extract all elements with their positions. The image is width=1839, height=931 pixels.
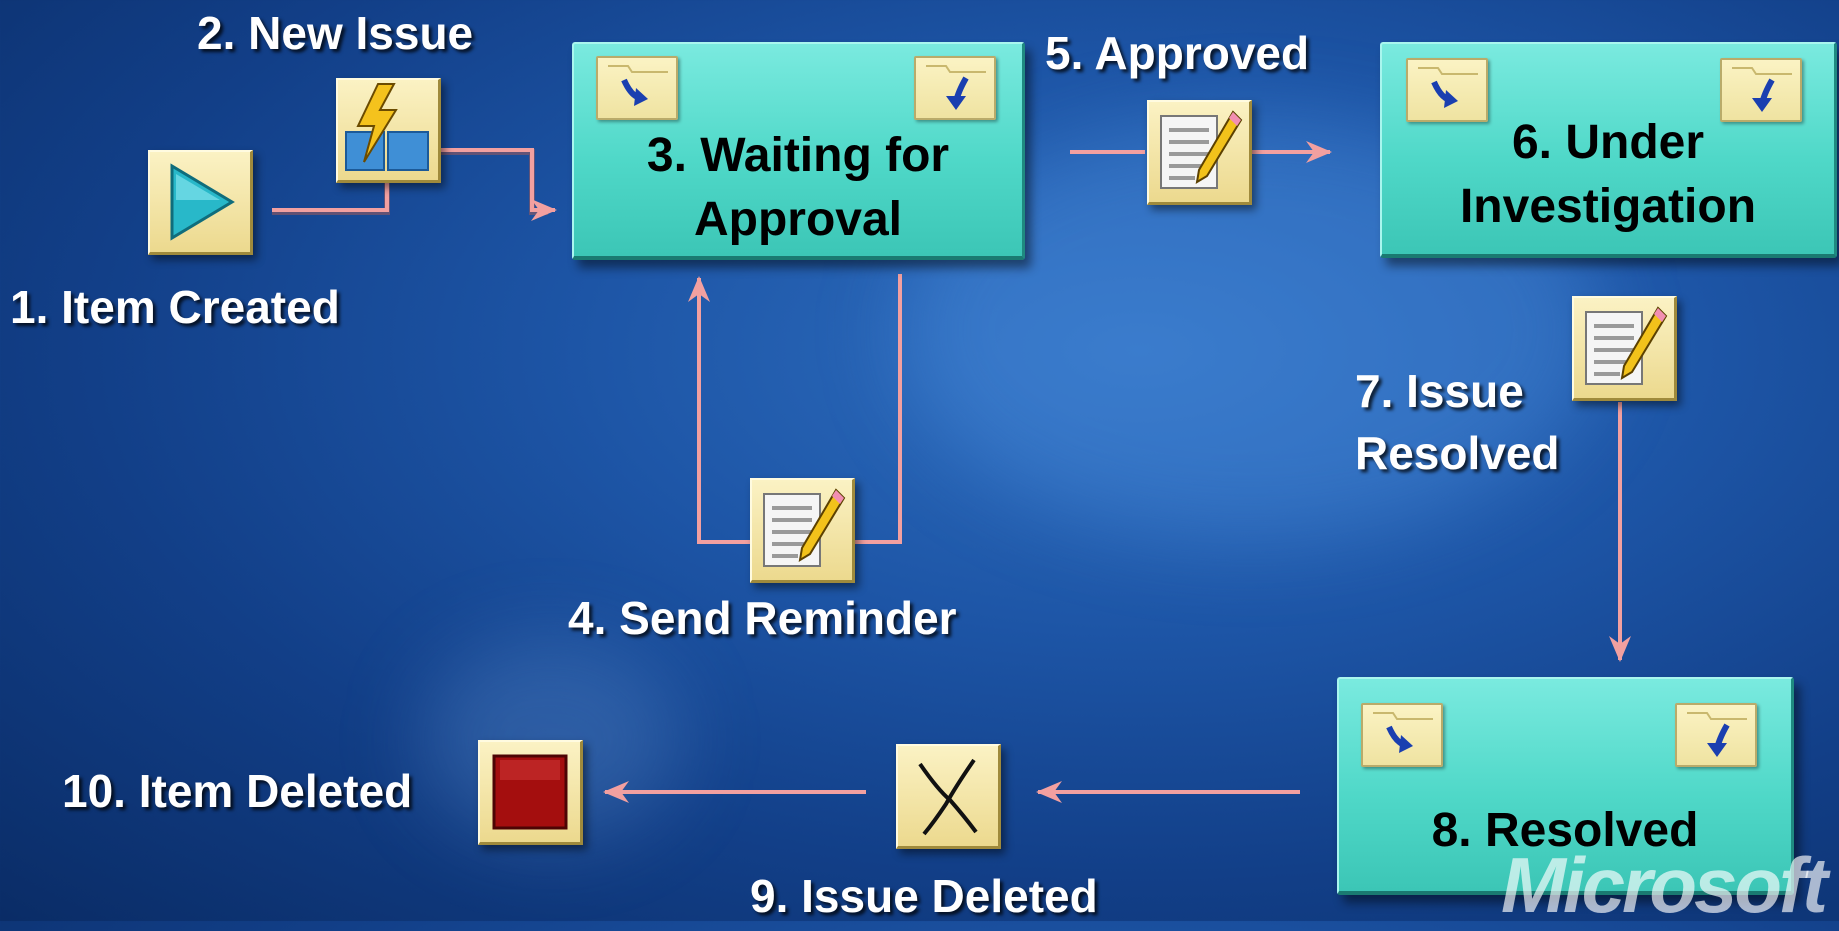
- state-6-label: 6. Under Investigation: [1459, 116, 1757, 233]
- connector-3-4: [848, 274, 902, 544]
- step-10-label: 10. Item Deleted: [62, 765, 413, 817]
- lightning-icon: [345, 83, 429, 171]
- step-2-label: 2. New Issue: [197, 7, 474, 59]
- issue-resolved-tile[interactable]: [1572, 296, 1677, 401]
- step-1-label: 1. Item Created: [10, 281, 340, 333]
- approved-tile[interactable]: [1147, 100, 1252, 205]
- microsoft-logo: Microsoft: [1501, 841, 1828, 929]
- step-7-label: 7. Issue Resolved: [1355, 365, 1560, 479]
- step-4-label: 4. Send Reminder: [568, 592, 957, 644]
- pencil-document-icon: [1585, 306, 1668, 385]
- issue-deleted-tile[interactable]: [896, 744, 1001, 849]
- x-icon: [918, 758, 978, 836]
- step-9-label: 9. Issue Deleted: [750, 870, 1098, 922]
- state-waiting-for-approval[interactable]: 3. Waiting for Approval: [572, 42, 1025, 260]
- state-under-investigation[interactable]: 6. Under Investigation: [1380, 42, 1837, 258]
- item-deleted-tile[interactable]: [478, 740, 583, 845]
- connector-4-3: [688, 276, 752, 544]
- play-icon: [170, 163, 235, 241]
- state-3-label: 3. Waiting for Approval: [646, 129, 950, 246]
- new-issue-tile[interactable]: [336, 78, 441, 183]
- send-reminder-tile[interactable]: [750, 478, 855, 583]
- pencil-document-icon: [763, 488, 846, 567]
- start-tile[interactable]: [148, 150, 253, 255]
- pencil-document-icon: [1160, 110, 1243, 189]
- stop-icon: [492, 754, 568, 830]
- step-5-label: 5. Approved: [1045, 27, 1310, 79]
